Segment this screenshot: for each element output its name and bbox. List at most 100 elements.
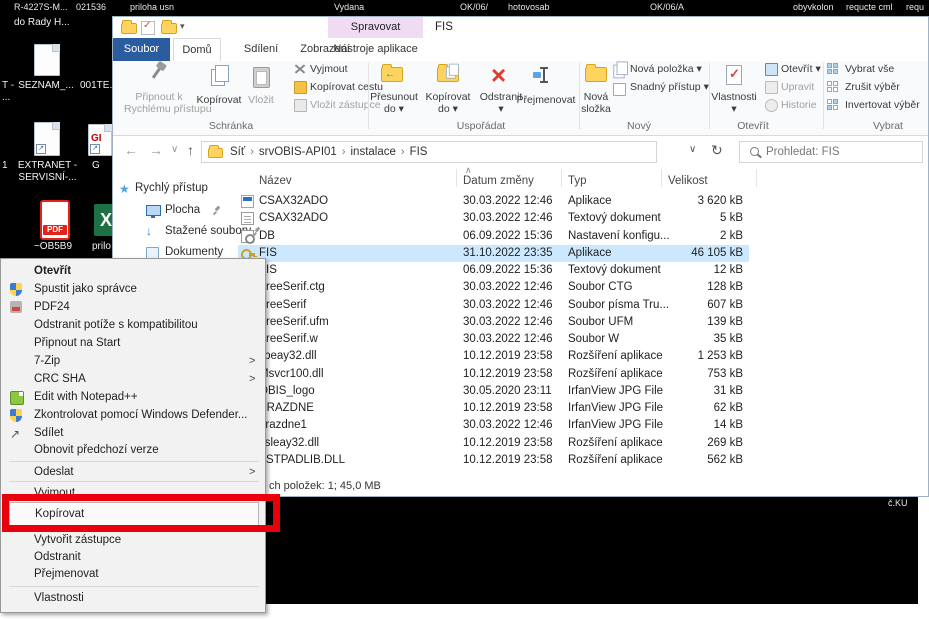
gi-shortcut-icon[interactable]: GI ↗: [88, 124, 112, 156]
search-box[interactable]: Prohledat: FIS: [739, 141, 923, 163]
tab-sdileni[interactable]: Sdílení: [237, 38, 285, 61]
menu-item-sdilet[interactable]: ↗Sdílet: [1, 425, 265, 443]
sidebar-item-desktop[interactable]: Plocha: [165, 204, 200, 216]
column-divider[interactable]: [756, 169, 757, 187]
menu-item-vytvorit-zastupce[interactable]: Vytvořit zástupce: [1, 532, 265, 550]
desktop-icon-label[interactable]: do Rady H...: [14, 17, 70, 28]
edit-button[interactable]: Upravit: [781, 81, 814, 93]
select-all-button[interactable]: Vybrat vše: [845, 63, 894, 75]
menu-item-odstranit-potize[interactable]: Odstranit potíže s kompatibilitou: [1, 317, 265, 335]
history-button[interactable]: Historie: [781, 99, 817, 111]
menu-item-prejmenovat[interactable]: Přejmenovat: [1, 566, 265, 584]
open-button[interactable]: Otevřít ▾: [781, 63, 821, 75]
properties-button[interactable]: Vlastnosti: [699, 91, 769, 103]
table-row[interactable]: Msvcr100.dll10.12.2019 23:58Rozšíření ap…: [238, 366, 749, 383]
breadcrumb-fis[interactable]: FIS: [410, 146, 428, 158]
history-dropdown-icon[interactable]: ∨: [171, 144, 178, 155]
paste-shortcut-icon: [294, 99, 307, 112]
table-row[interactable]: ssleay32.dll10.12.2019 23:58Rozšíření ap…: [238, 435, 749, 452]
menu-item-pdf24[interactable]: PDF24: [1, 299, 265, 317]
qat-dropdown-icon[interactable]: ▾: [180, 21, 185, 32]
background-text-fragment: OK/06/: [460, 2, 488, 12]
up-button[interactable]: ↑: [187, 142, 194, 158]
table-row[interactable]: TSTPADLIB.DLL10.12.2019 23:58Rozšíření a…: [238, 452, 749, 469]
desktop-icon-label[interactable]: SEZNAM_...: [14, 80, 78, 91]
qat-folder-icon[interactable]: [121, 23, 137, 34]
column-header-type[interactable]: Typ: [568, 175, 587, 187]
column-divider[interactable]: [561, 169, 562, 187]
paste-button[interactable]: Vložit: [226, 94, 296, 106]
desktop-icon-label[interactable]: SERVISNÍ-...: [10, 172, 85, 183]
desktop-icon-label[interactable]: G: [92, 160, 100, 171]
desktop-icon-label[interactable]: prilo: [92, 241, 111, 252]
new-item-button[interactable]: Nová položka ▾: [630, 63, 702, 75]
desktop-icon-label[interactable]: ~OB5B9: [20, 241, 86, 252]
shortcut-arrow-icon: ↗: [36, 144, 46, 154]
move-to-icon: ←: [381, 67, 403, 82]
context-tab-spravovat[interactable]: Spravovat: [328, 17, 423, 38]
table-row-selected[interactable]: FIS31.10.2022 23:35Aplikace46 105 kB: [238, 245, 749, 262]
address-dropdown-icon[interactable]: ∨: [689, 144, 696, 155]
breadcrumb[interactable]: Síť›srvOBIS-API01›instalace›FIS: [230, 146, 427, 158]
tab-domu[interactable]: Domů: [173, 38, 221, 61]
open-icon: [765, 63, 778, 76]
menu-item-vlastnosti[interactable]: Vlastnosti: [1, 590, 265, 608]
title-bar[interactable]: [113, 17, 929, 38]
column-header-date[interactable]: Datum změny: [463, 175, 534, 187]
sidebar-item-documents[interactable]: Dokumenty: [165, 246, 223, 258]
breadcrumb-instalace[interactable]: instalace: [351, 146, 396, 158]
column-header-name[interactable]: Název: [259, 175, 292, 187]
table-row[interactable]: libeay32.dll10.12.2019 23:58Rozšíření ap…: [238, 348, 749, 365]
address-bar[interactable]: Síť›srvOBIS-API01›instalace›FIS: [201, 141, 657, 163]
properties-dropdown[interactable]: ▾: [699, 103, 769, 115]
table-row[interactable]: CSAX32ADO30.03.2022 12:46Aplikace3 620 k…: [238, 193, 749, 210]
menu-item-7zip[interactable]: 7-Zip>: [1, 353, 265, 371]
select-none-button[interactable]: Zrušit výběr: [845, 81, 900, 93]
table-row[interactable]: CSAX32ADO30.03.2022 12:46Textový dokumen…: [238, 210, 749, 227]
sidebar-item-quick-access[interactable]: Rychlý přístup: [135, 182, 208, 194]
menu-item-pripnout-na-start[interactable]: Připnout na Start: [1, 335, 265, 353]
menu-item-crc-sha[interactable]: CRC SHA>: [1, 371, 265, 389]
desktop-icon-label[interactable]: EXTRANET -: [10, 160, 85, 171]
column-header-size[interactable]: Velikost: [668, 175, 708, 187]
table-row[interactable]: FreeSerif.w30.03.2022 12:46Soubor W35 kB: [238, 331, 749, 348]
forward-button[interactable]: →: [149, 142, 163, 158]
table-row[interactable]: FreeSerif30.03.2022 12:46Soubor písma Tr…: [238, 297, 749, 314]
document-icon[interactable]: [34, 44, 60, 76]
tab-nastroje-aplikace[interactable]: Nástroje aplikace: [328, 38, 423, 61]
breadcrumb-sit[interactable]: Síť: [230, 146, 245, 158]
config-icon: [241, 230, 254, 243]
table-row[interactable]: OBIS_logo30.05.2020 23:11IrfanView JPG F…: [238, 383, 749, 400]
menu-item-edit-with-notepadpp[interactable]: Edit with Notepad++: [1, 389, 265, 407]
table-row[interactable]: DB06.09.2022 15:36Nastavení konfigu...2 …: [238, 228, 749, 245]
menu-item-spustit-jako-spravce[interactable]: Spustit jako správce: [1, 281, 265, 299]
rename-icon: [543, 67, 545, 83]
menu-item-otevrit[interactable]: Otevřít: [1, 263, 265, 281]
cut-button[interactable]: Vyjmout: [310, 63, 348, 75]
menu-item-obnovit-predchozi-verze[interactable]: Obnovit předchozí verze: [1, 442, 265, 460]
tab-soubor[interactable]: Soubor: [113, 38, 170, 61]
shortcut-document-icon[interactable]: ↗: [34, 122, 60, 156]
table-row[interactable]: PRAZDNE10.12.2019 23:58IrfanView JPG Fil…: [238, 400, 749, 417]
invert-selection-button[interactable]: Invertovat výběr: [845, 99, 920, 111]
qat-check-icon[interactable]: ✓: [141, 21, 155, 35]
column-divider[interactable]: [456, 169, 457, 187]
paste-icon: [253, 67, 270, 88]
pdf-file-icon[interactable]: PDF: [40, 200, 70, 240]
easy-access-button[interactable]: Snadný přístup ▾: [630, 81, 709, 93]
table-row[interactable]: FreeSerif.ufm30.03.2022 12:46Soubor UFM1…: [238, 314, 749, 331]
background-text-fragment: requ: [906, 2, 924, 12]
table-row[interactable]: FreeSerif.ctg30.03.2022 12:46Soubor CTG1…: [238, 279, 749, 296]
column-divider[interactable]: [661, 169, 662, 187]
new-folder-button-line2[interactable]: složka: [561, 103, 631, 115]
table-row[interactable]: prazdne130.03.2022 12:46IrfanView JPG Fi…: [238, 417, 749, 434]
qat-folder2-icon[interactable]: [161, 23, 177, 34]
menu-item-odeslat[interactable]: Odeslat>: [1, 464, 265, 482]
back-button[interactable]: ←: [124, 142, 138, 158]
refresh-button[interactable]: ↻: [711, 142, 723, 159]
breadcrumb-server[interactable]: srvOBIS-API01: [259, 146, 337, 158]
menu-item-defender-scan[interactable]: Zkontrolovat pomocí Windows Defender...: [1, 407, 265, 425]
table-row[interactable]: FIS06.09.2022 15:36Textový dokument12 kB: [238, 262, 749, 279]
background-text-fragment: OK/06/A: [650, 2, 684, 12]
menu-item-odstranit[interactable]: Odstranit: [1, 549, 265, 567]
